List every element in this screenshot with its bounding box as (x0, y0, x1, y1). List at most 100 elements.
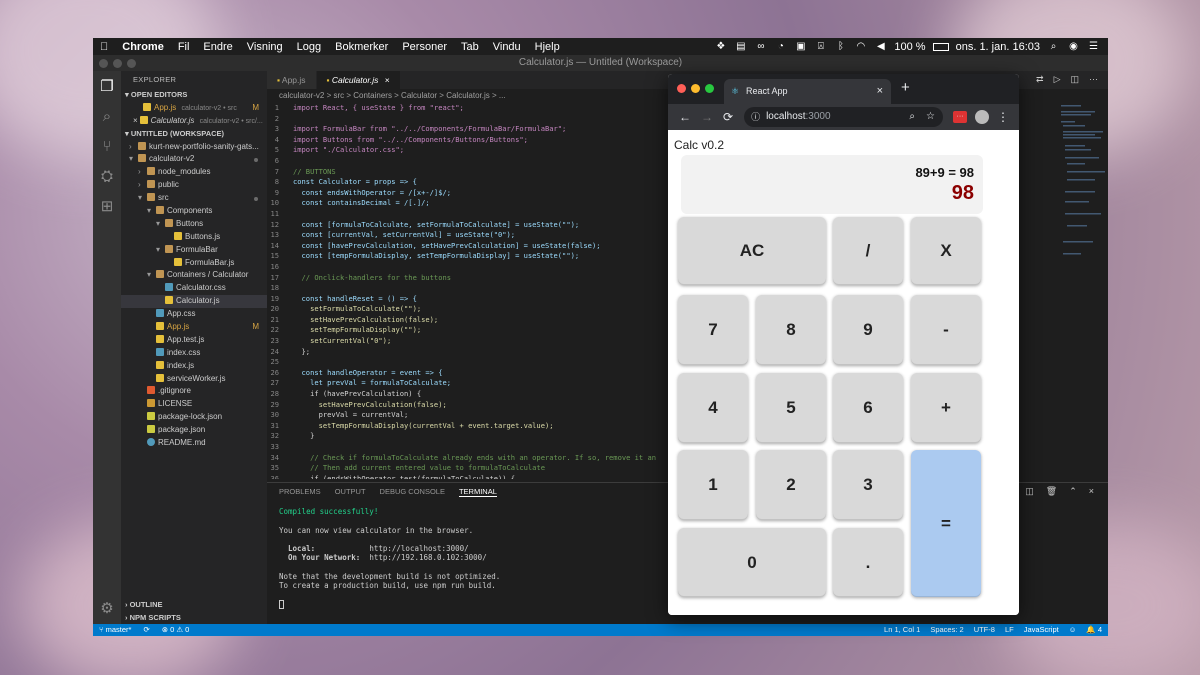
code-line[interactable]: 1 import React, { useState } from "react"… (267, 103, 667, 114)
code-line[interactable]: 21 setHavePrevCalculation(false); (267, 315, 667, 326)
code-line[interactable]: 9 const endsWithOperator = /[x+-/]$/; (267, 188, 667, 199)
key-seven-button[interactable]: 7 (678, 295, 748, 365)
menubar-clock[interactable]: ons. 1. jan. 16:03 (956, 41, 1040, 53)
tab-app-js[interactable]: ▪ App.js (267, 71, 317, 89)
tab-calculator-js[interactable]: ▪ Calculator.js × (316, 71, 401, 89)
open-editor-item[interactable]: App.js calculator-v2 • src M (121, 102, 267, 115)
indentation[interactable]: Spaces: 2 (930, 624, 963, 636)
run-icon[interactable]: ▷ (1054, 74, 1061, 85)
code-line[interactable]: 7// BUTTONS (267, 167, 667, 178)
menu-personer[interactable]: Personer (395, 41, 454, 53)
tab-problems[interactable]: PROBLEMS (279, 487, 321, 497)
code-line[interactable]: 3 import FormulaBar from "../../Component… (267, 124, 667, 135)
code-line[interactable]: 34 // Check if formulaToCalculate alread… (267, 453, 667, 464)
code-line[interactable]: 10 const containsDecimal = /[.]/; (267, 198, 667, 209)
code-line[interactable]: 32 } (267, 431, 667, 442)
file-tree-item[interactable]: package-lock.json (121, 411, 267, 424)
minimize-window-button[interactable] (113, 59, 122, 68)
new-tab-icon[interactable]: + (901, 79, 910, 96)
code-line[interactable]: 17 // Onclick-handlers for the buttons (267, 273, 667, 284)
file-tree-item[interactable]: package.json (121, 424, 267, 437)
close-window-button[interactable] (99, 59, 108, 68)
code-line[interactable]: 14 const [havePrevCalculation, setHavePr… (267, 241, 667, 252)
code-line[interactable]: 4 import Buttons from "../../Components/B… (267, 135, 667, 146)
key-plus-button[interactable]: + (911, 373, 981, 443)
chrome-minimize-button[interactable] (691, 84, 700, 93)
problems-count[interactable]: ⊗ 0 ⚠ 0 (162, 624, 190, 636)
zoom-window-button[interactable] (127, 59, 136, 68)
git-branch[interactable]: ⑂ master* (99, 624, 131, 636)
file-tree-item[interactable]: ▾ Containers / Calculator (121, 269, 267, 282)
creative-cloud-icon[interactable]: ∞ (754, 41, 767, 52)
chrome-zoom-button[interactable] (705, 84, 714, 93)
code-line[interactable]: 31 setTempFormulaDisplay(currentVal + ev… (267, 421, 667, 432)
file-tree-item[interactable]: Buttons.js (121, 231, 267, 244)
battery-percent[interactable]: 100 % (894, 41, 925, 53)
chrome-close-button[interactable] (677, 84, 686, 93)
tab-output[interactable]: OUTPUT (335, 487, 366, 497)
drive-icon[interactable]: ▤ (734, 41, 747, 52)
key-five-button[interactable]: 5 (756, 373, 826, 443)
file-tree-item[interactable]: Calculator.css (121, 282, 267, 295)
code-line[interactable]: 22 setTempFormulaDisplay(""); (267, 325, 667, 336)
zoom-icon[interactable]: ⌕ (909, 107, 915, 127)
menu-tab[interactable]: Tab (454, 41, 486, 53)
code-line[interactable]: 27 let prevVal = formulaToCalculate; (267, 378, 667, 389)
open-editor-item[interactable]: × Calculator.js calculator-v2 • src/... (121, 115, 267, 128)
file-tree-item[interactable]: FormulaBar.js (121, 257, 267, 270)
settings-gear-icon[interactable]: ⚙ (93, 593, 121, 623)
end-of-line[interactable]: LF (1005, 624, 1014, 636)
debug-icon[interactable]: ⛭ (93, 161, 121, 191)
tab-terminal[interactable]: TERMINAL (458, 487, 497, 497)
info-icon[interactable]: ⓘ (751, 107, 760, 127)
key-zero-button[interactable]: 0 (678, 528, 826, 597)
more-actions-icon[interactable]: ··· (1089, 74, 1098, 85)
file-tree-item[interactable]: App.js M (121, 321, 267, 334)
code-line[interactable]: 33 (267, 442, 667, 453)
file-tree-item[interactable]: › node_modules (121, 166, 267, 179)
encoding[interactable]: UTF-8 (974, 624, 995, 636)
close-tab-icon[interactable]: × (385, 75, 390, 85)
feedback-icon[interactable]: ☺ (1069, 624, 1077, 636)
maximize-panel-icon[interactable]: ⌃ (1069, 486, 1077, 497)
code-line[interactable]: 26 const handleOperator = event => { (267, 368, 667, 379)
code-line[interactable]: 19 const handleReset = () => { (267, 294, 667, 305)
file-tree-item[interactable]: › kurt-new-portfolio-sanity-gats... (121, 141, 267, 154)
npm-scripts-header[interactable]: › NPM SCRIPTS (121, 612, 267, 624)
key-three-button[interactable]: 3 (833, 450, 903, 520)
close-icon[interactable]: × (133, 116, 138, 125)
file-tree-item[interactable]: › public (121, 179, 267, 192)
open-editors-header[interactable]: ▾ OPEN EDITORS (121, 89, 267, 102)
file-tree-item[interactable]: index.js (121, 360, 267, 373)
code-line[interactable]: 28 if (havePrevCalculation) { (267, 389, 667, 400)
file-tree-item[interactable]: ▾ src (121, 192, 267, 205)
language-mode[interactable]: JavaScript (1024, 624, 1059, 636)
apple-menu[interactable]:  (93, 41, 115, 53)
bookmark-star-icon[interactable]: ☆ (926, 107, 935, 127)
search-icon[interactable]: ⌕ (93, 101, 121, 131)
code-line[interactable]: 18 (267, 283, 667, 294)
file-tree-item[interactable]: ▾ Components (121, 205, 267, 218)
file-tree-item[interactable]: ▾ Buttons (121, 218, 267, 231)
cursor-position[interactable]: Ln 1, Col 1 (884, 624, 920, 636)
file-tree-item[interactable]: LICENSE (121, 398, 267, 411)
code-line[interactable]: 5 import "./Calculator.css"; (267, 145, 667, 156)
code-line[interactable]: 20 setFormulaToCalculate(""); (267, 304, 667, 315)
extensions-icon[interactable]: ⊞ (93, 191, 121, 221)
key-minus-button[interactable]: - (911, 295, 981, 365)
code-line[interactable]: 24 }; (267, 347, 667, 358)
app-menu-chrome[interactable]: Chrome (115, 41, 171, 53)
menu-endre[interactable]: Endre (196, 41, 239, 53)
spotlight-search-icon[interactable]: ⌕ (1047, 41, 1060, 52)
close-tab-icon[interactable]: × (877, 79, 883, 104)
airplay-icon[interactable]: ⍓ (814, 41, 827, 52)
key-multiply-button[interactable]: X (911, 217, 981, 285)
compare-icon[interactable]: ⇄ (1036, 74, 1044, 85)
code-editor[interactable]: 1 import React, { useState } from "react"… (267, 103, 667, 479)
file-tree-item[interactable]: serviceWorker.js (121, 373, 267, 386)
explorer-icon[interactable]: ❐ (93, 71, 121, 101)
file-tree-item[interactable]: index.css (121, 347, 267, 360)
workspace-header[interactable]: ▾ UNTITLED (WORKSPACE) (121, 128, 267, 141)
bluetooth-icon[interactable]: ᛒ (834, 41, 847, 52)
menu-bokmerker[interactable]: Bokmerker (328, 41, 395, 53)
